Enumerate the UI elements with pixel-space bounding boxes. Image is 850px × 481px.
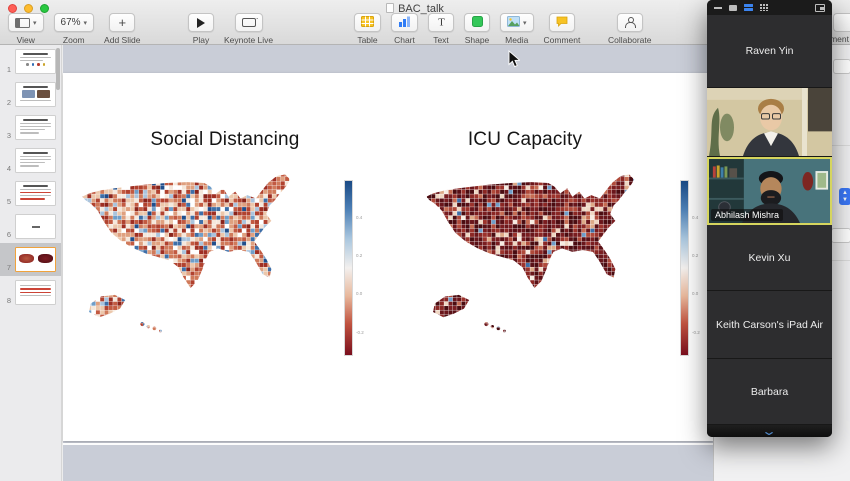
sidebar-scrollbar[interactable] bbox=[56, 48, 60, 90]
slide-number: 2 bbox=[0, 98, 13, 107]
play-label: Play bbox=[193, 35, 210, 45]
toolbar-shape-button[interactable] bbox=[464, 13, 490, 32]
slide-navigator: 1 2 3 4 5 6 7 8 bbox=[0, 45, 62, 481]
social-distancing-colorbar: 0.40.20.0-0.2 bbox=[344, 180, 353, 356]
slide-number: 7 bbox=[0, 263, 13, 272]
toolbar-table-label: Table bbox=[357, 35, 377, 45]
collaborate-icon bbox=[624, 17, 635, 28]
slide-thumbnail-2[interactable]: 2 bbox=[0, 78, 61, 111]
play-button[interactable] bbox=[188, 13, 214, 32]
slide-number: 8 bbox=[0, 296, 13, 305]
collaborate-button[interactable] bbox=[617, 13, 643, 32]
more-participants-strip: ⌄ bbox=[707, 425, 832, 437]
participant-tile-video-1[interactable] bbox=[707, 88, 832, 157]
document-button-label: ment bbox=[830, 34, 849, 44]
figure-title-social-distancing: Social Distancing bbox=[115, 129, 335, 151]
presenter-notes-area[interactable] bbox=[63, 443, 713, 481]
participant-name-label: Abhilash Mishra bbox=[711, 209, 783, 221]
view-label: View bbox=[17, 35, 35, 45]
chevron-down-icon[interactable]: ⌄ bbox=[761, 429, 777, 434]
shape-icon bbox=[472, 16, 483, 30]
participant-tile-abhilash-mishra[interactable]: Abhilash Mishra bbox=[707, 157, 832, 225]
participant-name-label: Barbara bbox=[749, 386, 790, 398]
zoom-label: Zoom bbox=[63, 35, 85, 45]
toolbar-media-button[interactable]: ▾ bbox=[500, 13, 534, 32]
toolbar-text-label: Text bbox=[433, 35, 449, 45]
svg-text:T: T bbox=[438, 16, 445, 27]
participant-tile-raven-yin[interactable]: Raven Yin bbox=[707, 15, 832, 88]
document-button-partial[interactable] bbox=[833, 13, 850, 32]
toolbar-shape-label: Shape bbox=[465, 35, 490, 45]
comment-icon bbox=[556, 16, 568, 30]
slide-thumbnail-5[interactable]: 5 bbox=[0, 177, 61, 210]
zoom-button[interactable]: 67%▾ bbox=[54, 13, 95, 32]
participant-tile-keith-carson-s-ipad-air[interactable]: Keith Carson's iPad Air bbox=[707, 291, 832, 359]
toolbar-comment-label: Comment bbox=[544, 35, 581, 45]
gallery-strip-icon[interactable] bbox=[744, 4, 753, 11]
text-icon: T bbox=[436, 16, 447, 30]
participant-name-label: Raven Yin bbox=[744, 45, 796, 57]
table-icon bbox=[361, 16, 374, 30]
slide-number: 4 bbox=[0, 164, 13, 173]
toolbar-media-label: Media bbox=[505, 35, 528, 45]
icu-capacity-map bbox=[421, 171, 679, 343]
slide-list: 1 2 3 4 5 6 7 8 bbox=[0, 45, 61, 309]
inspector-field[interactable] bbox=[831, 228, 850, 243]
toolbar-text-button[interactable]: T bbox=[428, 13, 454, 32]
social-distancing-map bbox=[77, 171, 335, 343]
inspector-field[interactable] bbox=[833, 59, 850, 74]
slide-thumbnail-3[interactable]: 3 bbox=[0, 111, 61, 144]
keynote-live-label: Keynote Live bbox=[224, 35, 273, 45]
zoom-meeting-window: Raven Yin Abhilash Mishra Kevin Xu Keith Ca… bbox=[707, 0, 832, 437]
document-icon bbox=[386, 3, 394, 13]
speaker-view-icon[interactable] bbox=[729, 5, 737, 11]
value-stepper[interactable]: ▲▼ bbox=[839, 188, 850, 205]
slide-number: 3 bbox=[0, 131, 13, 140]
toolbar-chart-button[interactable] bbox=[391, 13, 418, 32]
slide-thumbnail-8[interactable]: 8 bbox=[0, 276, 61, 309]
participant-name-label: Keith Carson's iPad Air bbox=[714, 319, 825, 331]
media-icon bbox=[507, 16, 520, 30]
participant-tile-barbara[interactable]: Barbara bbox=[707, 359, 832, 425]
slide-thumbnail-4[interactable]: 4 bbox=[0, 144, 61, 177]
add-slide-button[interactable]: + bbox=[109, 13, 135, 32]
add-slide-label: Add Slide bbox=[104, 35, 140, 45]
participant-name-label: Kevin Xu bbox=[746, 252, 792, 264]
toolbar-chart-label: Chart bbox=[394, 35, 415, 45]
participant-tile-kevin-xu[interactable]: Kevin Xu bbox=[707, 225, 832, 291]
current-slide: Social Distancing ICU Capacity 0.40.20.0… bbox=[63, 73, 713, 441]
screen: BAC_talk ▾ View 67%▾ Zoom + Add Slide bbox=[0, 0, 850, 481]
slide-thumbnail-1[interactable]: 1 bbox=[0, 45, 61, 78]
toolbar-table-button[interactable] bbox=[354, 13, 381, 32]
chart-icon bbox=[398, 16, 411, 30]
zoom-window-titlebar bbox=[707, 0, 832, 15]
view-icon bbox=[15, 18, 30, 28]
popout-icon[interactable] bbox=[815, 4, 825, 12]
toolbar-comment-button[interactable] bbox=[549, 13, 575, 32]
slide-thumbnail-6[interactable]: 6 bbox=[0, 210, 61, 243]
minimize-icon[interactable] bbox=[714, 7, 722, 9]
participant-tiles: Raven Yin Abhilash Mishra Kevin Xu Keith Ca… bbox=[707, 15, 832, 425]
play-icon bbox=[197, 18, 205, 28]
keynote-live-button[interactable] bbox=[235, 13, 263, 32]
figure-title-icu-capacity: ICU Capacity bbox=[415, 129, 635, 151]
icu-capacity-colorbar: 0.40.20.0-0.2 bbox=[680, 180, 689, 356]
slide-thumbnail-7[interactable]: 7 bbox=[0, 243, 61, 276]
keynote-live-icon bbox=[242, 18, 256, 27]
slide-number: 6 bbox=[0, 230, 13, 239]
insert-group: Table Chart T Text Shape ▾ Media Comment bbox=[354, 13, 580, 45]
slide-number: 1 bbox=[0, 65, 13, 74]
grid-view-icon[interactable] bbox=[760, 4, 768, 11]
slide-number: 5 bbox=[0, 197, 13, 206]
view-button[interactable]: ▾ bbox=[8, 13, 44, 32]
collaborate-label: Collaborate bbox=[608, 35, 651, 45]
mouse-cursor bbox=[508, 50, 520, 68]
slide-canvas: Social Distancing ICU Capacity 0.40.20.0… bbox=[63, 45, 713, 481]
